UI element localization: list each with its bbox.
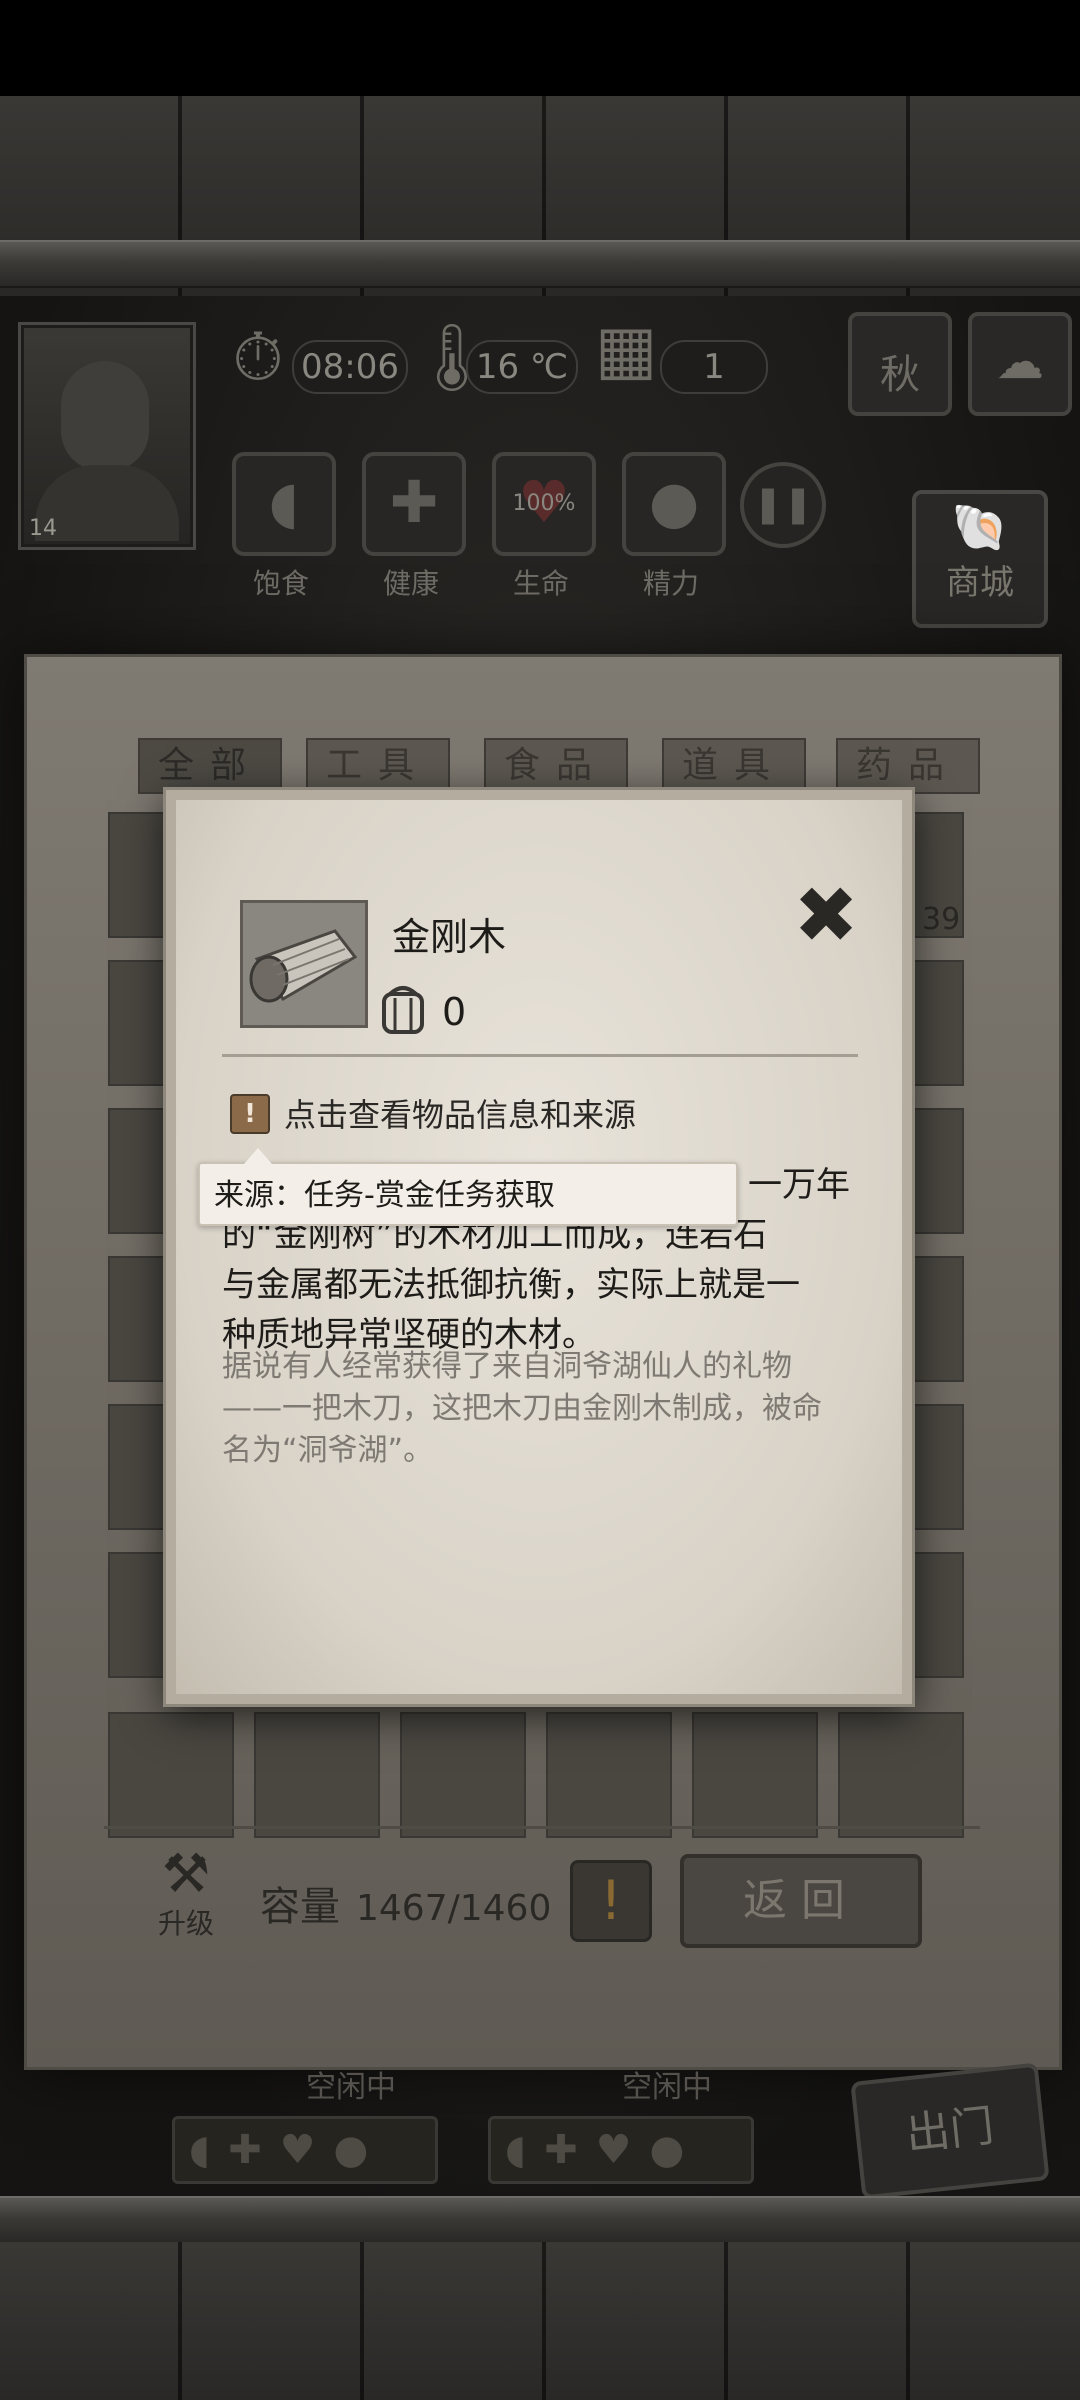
life-value: 100% xyxy=(512,491,576,516)
stat-life-label: 生命 xyxy=(512,567,569,600)
inventory-slot[interactable] xyxy=(108,1712,234,1838)
item-count: 0 xyxy=(442,990,467,1034)
capacity-value: 1467/1460 xyxy=(356,1888,552,1929)
stat-health-button[interactable]: ✚ xyxy=(362,452,466,556)
stomach-icon: ◖ xyxy=(268,468,300,536)
tab-medicine[interactable]: 药品 xyxy=(836,738,980,794)
season-label: 秋 xyxy=(880,352,920,398)
inventory-divider xyxy=(104,1826,980,1829)
top-rail xyxy=(0,240,1080,288)
capacity-info-button[interactable]: ! xyxy=(570,1860,652,1942)
companion-stats-2[interactable]: ◖✚♥● xyxy=(488,2116,754,2184)
bottom-wood-frame xyxy=(0,2242,1080,2400)
thermometer-icon: 🌡 xyxy=(410,319,494,396)
tab-food[interactable]: 食品 xyxy=(484,738,628,794)
upgrade-label: 升级 xyxy=(157,1907,214,1940)
close-button[interactable]: ✖ xyxy=(790,877,862,955)
inventory-slot[interactable] xyxy=(838,1712,964,1838)
wood-log-icon xyxy=(243,903,365,1025)
tab-props[interactable]: 道具 xyxy=(662,738,806,794)
avatar-head xyxy=(61,361,149,471)
dialog-divider xyxy=(222,1054,858,1057)
capacity-label: 容量 xyxy=(260,1884,340,1930)
source-tooltip: 来源：任务-赏金任务获取 xyxy=(198,1148,738,1226)
tab-all[interactable]: 全部 xyxy=(138,738,282,794)
season-indicator[interactable]: 秋 xyxy=(848,312,952,416)
shop-label: 商城 xyxy=(946,563,1014,603)
stat-energy-label: 精力 xyxy=(642,567,699,600)
avatar[interactable]: 14 xyxy=(18,322,196,550)
plus-icon: ✚ xyxy=(389,468,439,536)
temperature-display: 16 ℃ xyxy=(466,340,578,394)
shell-icon: 🐚 xyxy=(951,500,1009,554)
exclamation-icon: ! xyxy=(600,1869,622,1932)
stat-hunger-button[interactable]: ◖ xyxy=(232,452,336,556)
inventory-slot[interactable] xyxy=(400,1712,526,1838)
inventory-slot[interactable] xyxy=(692,1712,818,1838)
slot-count: 39 xyxy=(922,902,961,937)
person-icon: ● xyxy=(648,468,700,536)
description-line-3: 与金属都无法抵御抗衡，实际上就是一 xyxy=(222,1265,800,1305)
player-level: 14 xyxy=(29,516,57,541)
idle-status-2: 空闲中 xyxy=(622,2070,712,2105)
stat-hunger-label: 饱食 xyxy=(252,567,309,600)
idle-status-1: 空闲中 xyxy=(306,2070,396,2105)
time-display: 08:06 xyxy=(292,340,408,394)
stat-health-label: 健康 xyxy=(382,567,439,600)
return-button[interactable]: 返回 xyxy=(680,1854,922,1948)
cloud-rain-icon: ☁ xyxy=(996,334,1044,390)
go-out-button[interactable]: 出门 xyxy=(850,2062,1050,2200)
stopwatch-icon: ⏱ xyxy=(232,319,284,396)
capacity-display: 容量 1467/1460 xyxy=(260,1874,551,1932)
pause-button[interactable]: ❚❚ xyxy=(740,462,826,548)
stat-life-button[interactable]: ♥ 100% xyxy=(492,452,596,556)
weather-button[interactable]: ☁ xyxy=(968,312,1072,416)
inventory-slot[interactable] xyxy=(546,1712,672,1838)
tab-tools[interactable]: 工具 xyxy=(306,738,450,794)
companion-stat-icons-1: ◖✚♥● xyxy=(189,2127,387,2173)
shop-button[interactable]: 🐚 商城 xyxy=(912,490,1048,628)
pause-icon: ❚❚ xyxy=(752,484,814,525)
backpack-icon xyxy=(382,986,424,1034)
item-thumbnail xyxy=(240,900,368,1028)
inventory-slot[interactable] xyxy=(254,1712,380,1838)
companion-stat-icons-2: ◖✚♥● xyxy=(505,2127,703,2173)
hammer-icon: ⚒ xyxy=(161,1842,211,1905)
item-name: 金刚木 xyxy=(392,915,507,959)
exclamation-icon: ! xyxy=(230,1094,270,1134)
item-source-link[interactable]: 点击查看物品信息和来源 xyxy=(284,1090,636,1136)
item-lore: 据说有人经常获得了来自洞爷湖仙人的礼物——一把木刀，这把木刀由金刚木制成，被命名… xyxy=(222,1349,822,1468)
close-icon: ✖ xyxy=(793,871,859,961)
upgrade-button[interactable]: ⚒ 升级 xyxy=(142,1842,230,1941)
calendar-icon: ▦ xyxy=(594,311,658,388)
bottom-rail xyxy=(0,2196,1080,2244)
stat-energy-button[interactable]: ● xyxy=(622,452,726,556)
companion-stats-1[interactable]: ◖✚♥● xyxy=(172,2116,438,2184)
day-display: 1 xyxy=(660,340,768,394)
